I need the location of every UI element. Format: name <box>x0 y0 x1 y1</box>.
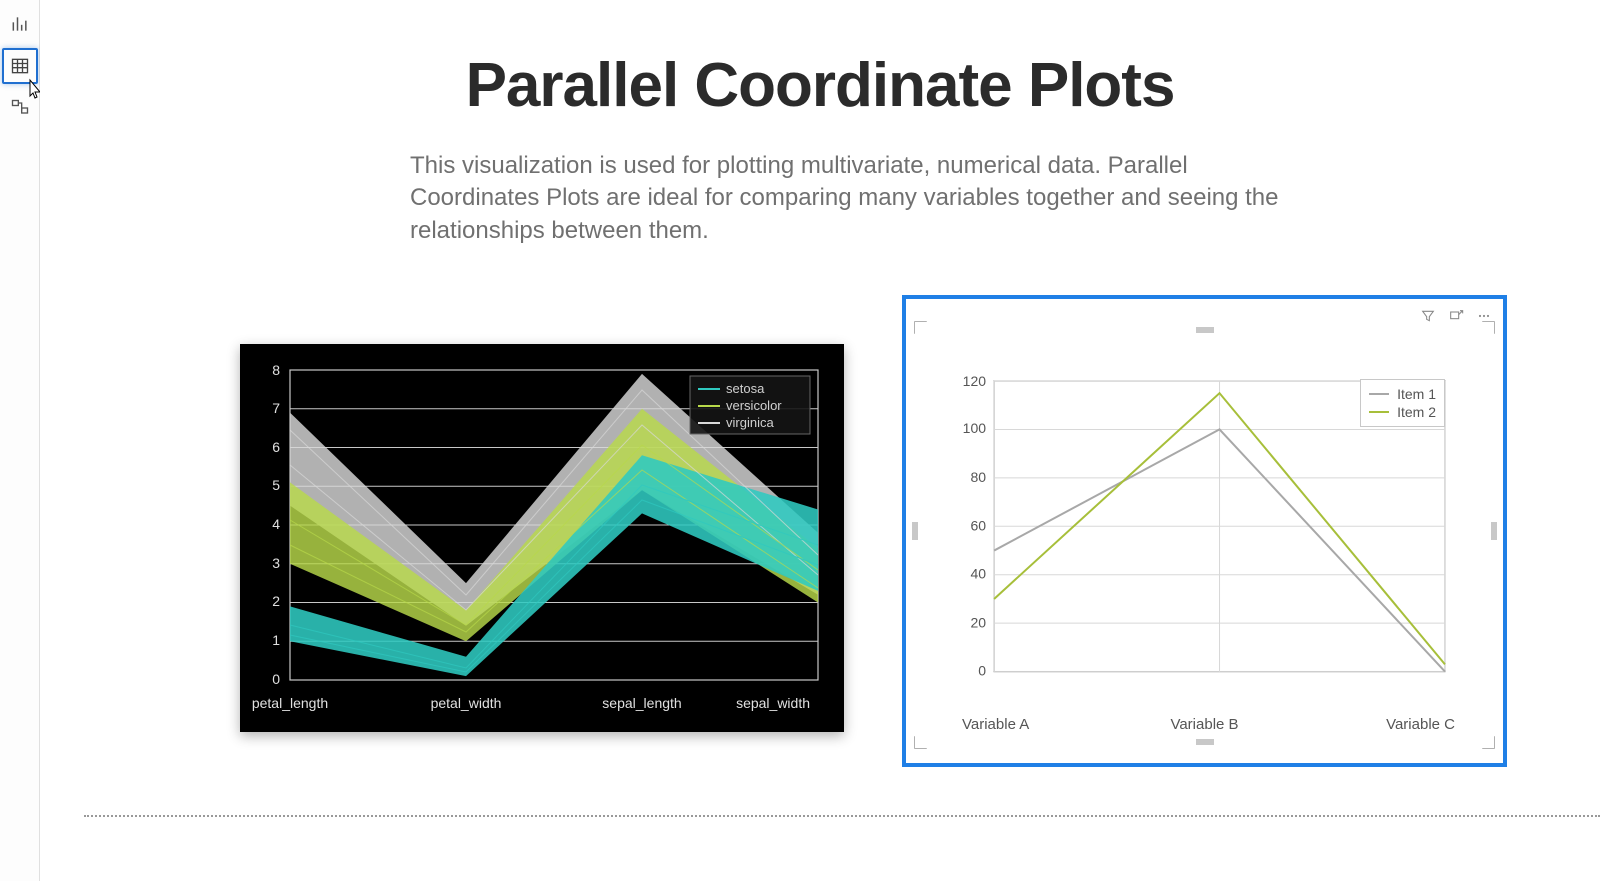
resize-handle-bl[interactable] <box>914 736 927 749</box>
table-icon <box>10 56 30 76</box>
page-separator <box>84 815 1600 817</box>
report-canvas[interactable]: Parallel Coordinate Plots This visualiza… <box>40 0 1600 881</box>
pbi-axis-label-b: Variable B <box>1170 716 1238 733</box>
iris-ytick: 7 <box>272 400 280 416</box>
resize-handle-left[interactable] <box>912 522 918 540</box>
resize-handle-right[interactable] <box>1491 522 1497 540</box>
pbi-axis-label-c: Variable C <box>1386 716 1455 733</box>
page-title: Parallel Coordinate Plots <box>40 50 1600 121</box>
iris-axis-label: sepal_length <box>602 695 681 711</box>
pbi-legend: Item 1 Item 2 <box>1360 379 1445 427</box>
iris-ytick: 0 <box>272 671 280 687</box>
resize-handle-tr[interactable] <box>1482 321 1495 334</box>
resize-handle-bottom[interactable] <box>1196 739 1214 745</box>
pbi-ytick: 60 <box>970 517 986 533</box>
iris-legend-setosa: setosa <box>726 381 765 396</box>
bar-chart-icon <box>10 14 30 34</box>
iris-legend-versicolor: versicolor <box>726 398 782 413</box>
resize-handle-br[interactable] <box>1482 736 1495 749</box>
iris-legend-virginica: virginica <box>726 415 774 430</box>
iris-parallel-chart: 0 1 2 3 4 5 6 7 8 <box>240 344 844 732</box>
iris-axis-label: petal_width <box>431 695 502 711</box>
resize-handle-top[interactable] <box>1196 327 1214 333</box>
data-view-button[interactable] <box>2 48 38 84</box>
focus-mode-icon[interactable] <box>1447 307 1465 325</box>
pbi-ytick: 0 <box>978 663 986 679</box>
legend-swatch-item2 <box>1369 411 1389 414</box>
pbi-ytick: 40 <box>970 565 986 581</box>
legend-label-item1: Item 1 <box>1397 386 1436 402</box>
iris-axis-label: sepal_width <box>736 695 810 711</box>
resize-handle-tl[interactable] <box>914 321 927 334</box>
page-description: This visualization is used for plotting … <box>410 150 1320 247</box>
iris-ytick: 4 <box>272 516 280 532</box>
model-icon <box>10 98 30 118</box>
report-view-button[interactable] <box>4 8 36 40</box>
pbi-ytick: 120 <box>963 373 987 389</box>
pbi-axis-label-a: Variable A <box>962 716 1029 733</box>
iris-ytick: 2 <box>272 593 280 609</box>
legend-label-item2: Item 2 <box>1397 404 1436 420</box>
filter-icon[interactable] <box>1419 307 1437 325</box>
legend-swatch-item1 <box>1369 393 1389 396</box>
iris-ytick: 6 <box>272 439 280 455</box>
iris-ytick: 8 <box>272 362 280 378</box>
iris-ytick: 1 <box>272 632 280 648</box>
iris-axis-label: petal_length <box>252 695 328 711</box>
model-view-button[interactable] <box>4 92 36 124</box>
pbi-ytick: 100 <box>963 420 987 436</box>
iris-ytick: 5 <box>272 477 280 493</box>
iris-ytick: 3 <box>272 555 280 571</box>
view-rail <box>0 0 40 881</box>
parallel-coordinate-visual[interactable]: 0 20 40 60 80 100 120 Variable A Variabl… <box>902 295 1507 767</box>
pbi-ytick: 80 <box>970 469 986 485</box>
pbi-ytick: 20 <box>970 615 986 631</box>
